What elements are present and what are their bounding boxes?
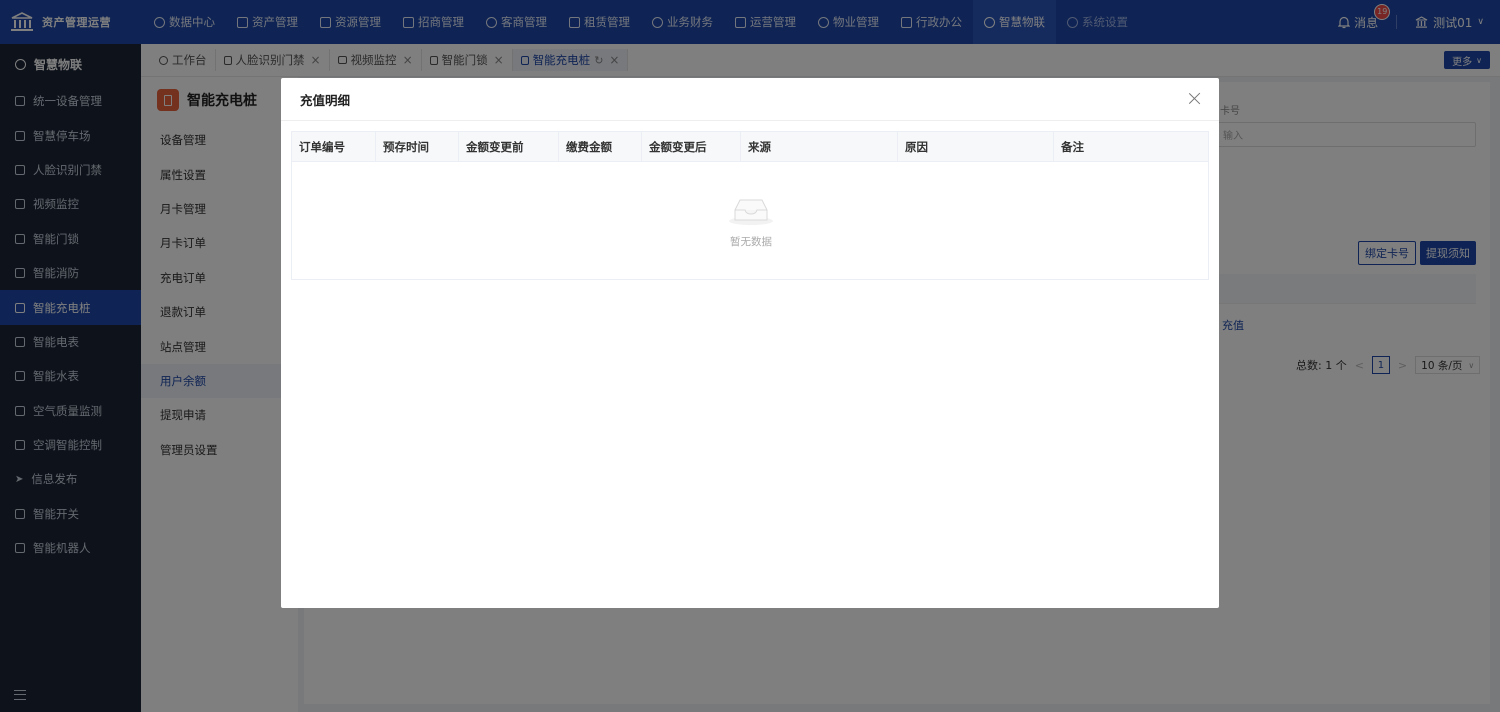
column-deposit-time: 预存时间 bbox=[376, 132, 459, 162]
column-reason: 原因 bbox=[898, 132, 1054, 162]
close-icon[interactable] bbox=[1188, 92, 1201, 105]
column-order-number: 订单编号 bbox=[292, 132, 376, 162]
modal-title: 充值明细 bbox=[300, 92, 351, 108]
column-remarks: 备注 bbox=[1061, 140, 1084, 154]
table-body: 暂无数据 bbox=[292, 162, 1208, 279]
modal-header: 充值明细 bbox=[281, 78, 1219, 121]
column-payment-amount: 缴费金额 bbox=[559, 132, 642, 162]
recharge-detail-table: 订单编号 预存时间 金额变更前 缴费金额 金额变更后 来源 原因 备注 暂无数据 bbox=[291, 131, 1209, 280]
empty-inbox-icon bbox=[729, 199, 773, 225]
column-amount-before: 金额变更前 bbox=[459, 132, 559, 162]
column-amount-after: 金额变更后 bbox=[642, 132, 741, 162]
table-header: 订单编号 预存时间 金额变更前 缴费金额 金额变更后 来源 原因 备注 bbox=[292, 132, 1208, 162]
column-source: 来源 bbox=[741, 132, 898, 162]
recharge-detail-modal: 充值明细 订单编号 预存时间 金额变更前 缴费金额 金额变更后 来源 原因 备注… bbox=[281, 78, 1219, 608]
empty-state-text: 暂无数据 bbox=[730, 236, 772, 248]
